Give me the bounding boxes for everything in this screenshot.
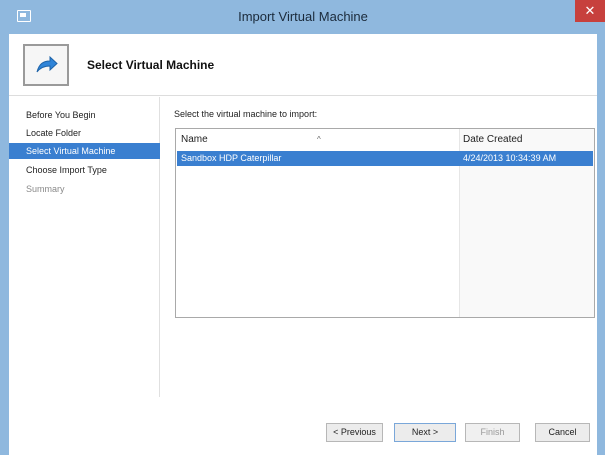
virtual-machine-list[interactable]: Name ^ Date Created Sandbox HDP Caterpil… — [175, 128, 595, 318]
window-border-left — [0, 0, 9, 455]
wizard-header: Select Virtual Machine — [9, 34, 597, 96]
wizard-content: Select the virtual machine to import: Na… — [160, 97, 597, 397]
title-bar[interactable]: Import Virtual Machine ✕ — [9, 0, 605, 34]
cell-vm-name: Sandbox HDP Caterpillar — [181, 153, 282, 163]
instruction-text: Select the virtual machine to import: — [174, 109, 318, 119]
cancel-button[interactable]: Cancel — [535, 423, 590, 442]
cell-date-created: 4/24/2013 10:34:39 AM — [463, 153, 557, 163]
wizard-footer: < Previous Next > Finish Cancel — [9, 397, 597, 455]
wizard-step-list: Before You Begin Locate Folder Select Vi… — [9, 97, 160, 397]
finish-button: Finish — [465, 423, 520, 442]
nav-step-locate-folder[interactable]: Locate Folder — [9, 125, 160, 141]
page-title: Select Virtual Machine — [87, 58, 215, 72]
column-header-name[interactable]: Name ^ — [181, 129, 451, 149]
next-button[interactable]: Next > — [394, 423, 456, 442]
close-button[interactable]: ✕ — [575, 0, 605, 22]
nav-step-summary: Summary — [26, 184, 65, 194]
import-wizard-window: Import Virtual Machine ✕ Select Virtual … — [0, 0, 605, 455]
previous-button[interactable]: < Previous — [326, 423, 383, 442]
nav-step-before-you-begin[interactable]: Before You Begin — [9, 107, 160, 123]
column-header-date-created[interactable]: Date Created — [463, 129, 593, 149]
window-border-right — [597, 0, 605, 455]
window-title: Import Virtual Machine — [238, 9, 368, 24]
sort-ascending-icon: ^ — [317, 135, 321, 144]
column-header-name-label: Name — [181, 134, 208, 145]
nav-step-choose-import-type[interactable]: Choose Import Type — [9, 162, 160, 178]
table-row[interactable]: Sandbox HDP Caterpillar 4/24/2013 10:34:… — [177, 151, 593, 166]
arrow-forward-icon — [23, 44, 69, 86]
nav-step-select-virtual-machine[interactable]: Select Virtual Machine — [9, 143, 160, 159]
